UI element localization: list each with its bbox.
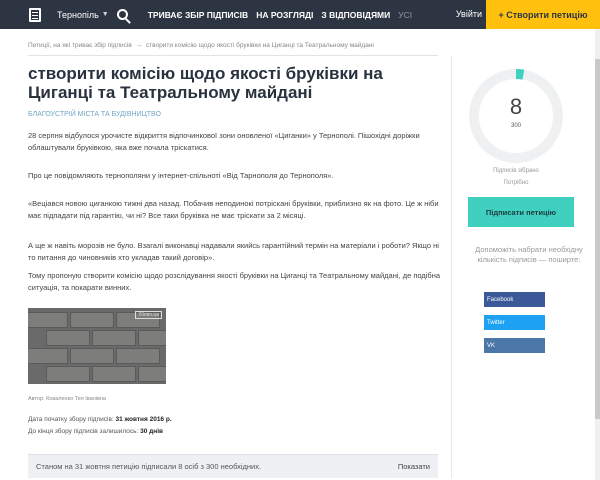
search-icon[interactable] xyxy=(116,9,128,20)
main-nav: Триває збір підписів На розгляді З відпо… xyxy=(148,10,420,20)
breadcrumb: Петиції, на які триває збір підписів → с… xyxy=(28,42,374,49)
start-date-row: Дата початку збору підписів: 31 жовтня 2… xyxy=(28,416,172,423)
paragraph-4: А ще ж навіть морозів не було. Взагалі в… xyxy=(28,241,439,262)
photo-author: Автор: Коваленко Тея Іванівна xyxy=(28,396,106,402)
divider xyxy=(28,55,438,56)
start-date-label: Дата початку збору підписів: xyxy=(28,416,114,423)
city-selector[interactable]: Тернопіль ▼ xyxy=(57,10,109,20)
login-link[interactable]: Увійти xyxy=(456,9,482,19)
scrollbar-thumb[interactable] xyxy=(595,59,600,419)
remaining-value: 30 днів xyxy=(140,428,164,435)
top-bar: Тернопіль ▼ Триває збір підписів На розг… xyxy=(0,0,600,29)
nav-answered[interactable]: З відповідями xyxy=(321,10,390,20)
share-vk-button[interactable]: VK xyxy=(484,338,545,353)
breadcrumb-parent[interactable]: Петиції, на які триває збір підписів xyxy=(28,42,132,49)
collected-label: Підписів зібрано xyxy=(493,168,539,174)
caret-down-icon: ▼ xyxy=(101,11,109,18)
nav-collecting[interactable]: Триває збір підписів xyxy=(148,10,248,20)
breadcrumb-current: створити комісію щодо якості бруківки на… xyxy=(145,42,374,49)
photo-watermark: 20min.ua xyxy=(135,311,162,319)
paragraph-1: 28 серпня відбулося урочисте відкриття в… xyxy=(28,131,420,152)
paragraph-2: Про це повідомляють тернополяни у інтерн… xyxy=(28,171,334,180)
sign-petition-button[interactable]: Підписати петицію xyxy=(468,197,574,227)
signatures-collected: 8 xyxy=(509,94,523,119)
nav-reviewing[interactable]: На розгляді xyxy=(256,10,313,20)
show-signers-link[interactable]: Показати xyxy=(398,462,430,471)
remaining-label: До кінця збору підписів залишилось: xyxy=(28,428,139,435)
petition-photo[interactable]: 20min.ua xyxy=(28,308,166,384)
start-date-value: 31 жовтня 2016 р. xyxy=(115,416,172,423)
sidebar: 8 300 Підписів зібрано Потрібно Підписат… xyxy=(451,56,596,478)
paragraph-3: «Веціався новою циганкою тижні два назад… xyxy=(28,199,439,220)
logo[interactable] xyxy=(25,0,45,29)
scrollbar-track[interactable] xyxy=(595,29,600,480)
share-facebook-button[interactable]: Facebook xyxy=(484,292,545,307)
paragraph-5: Тому пропоную створити комісію щодо розс… xyxy=(28,271,441,292)
breadcrumb-separator: → xyxy=(135,42,143,49)
status-text: Станом на 31 жовтня петицію підписали 8 … xyxy=(36,462,262,471)
create-petition-button[interactable]: + Створити петицію xyxy=(486,0,600,29)
signature-status-bar: Станом на 31 жовтня петицію підписали 8 … xyxy=(28,454,438,478)
share-twitter-button[interactable]: Twitter xyxy=(484,315,545,330)
document-icon xyxy=(29,7,41,22)
signatures-needed: 300 xyxy=(510,123,521,129)
page-title: створити комісію щодо якості бруківки на… xyxy=(28,64,383,102)
city-label: Тернопіль xyxy=(57,9,99,20)
category-link[interactable]: Благоустрій міста та будівництво xyxy=(28,111,161,118)
needed-label: Потрібно xyxy=(503,180,529,186)
nav-all[interactable]: Усі xyxy=(398,10,412,20)
share-help-text: Допоможіть набрати необхідну кількість п… xyxy=(475,245,583,264)
remaining-row: До кінця збору підписів залишилось: 30 д… xyxy=(28,428,163,435)
